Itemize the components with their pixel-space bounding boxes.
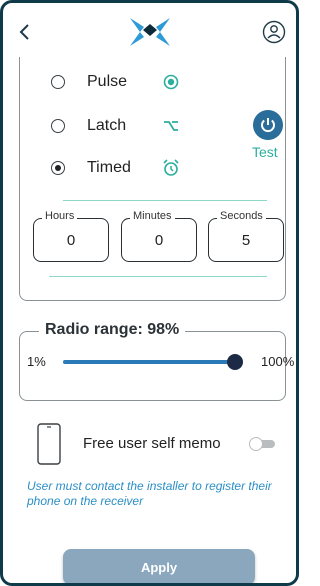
test-button[interactable] <box>253 110 283 140</box>
radio-latch[interactable] <box>51 119 65 133</box>
latch-icon <box>164 121 178 131</box>
radio-range-card <box>19 331 286 401</box>
radio-range-title: Radio range: 98% <box>39 321 186 339</box>
back-button[interactable] <box>13 20 37 44</box>
power-icon <box>261 118 275 133</box>
radio-pulse[interactable] <box>51 75 65 89</box>
divider <box>49 276 267 277</box>
radio-timed[interactable] <box>51 161 65 175</box>
user-icon <box>262 20 286 44</box>
header <box>3 3 296 61</box>
chevron-left-icon <box>19 24 29 40</box>
toggle-knob <box>249 437 263 451</box>
brand-logo <box>129 18 170 46</box>
phone-frame: Pulse Latch Timed Test Hours 0 Minutes 0… <box>0 0 299 586</box>
seconds-value: 5 <box>241 232 251 249</box>
apply-button[interactable]: Apply <box>63 549 255 583</box>
divider <box>63 200 267 201</box>
minutes-label: Minutes <box>130 210 175 222</box>
slider-fill <box>63 360 236 364</box>
minutes-field[interactable]: Minutes 0 <box>121 210 197 262</box>
hours-field[interactable]: Hours 0 <box>33 210 109 262</box>
hours-label: Hours <box>42 210 78 222</box>
mode-option-timed[interactable]: Timed <box>51 157 181 179</box>
mode-label-pulse: Pulse <box>87 73 128 90</box>
memo-note: User must contact the installer to regis… <box>27 479 272 508</box>
mode-option-pulse[interactable]: Pulse <box>51 71 181 93</box>
profile-button[interactable] <box>262 20 286 44</box>
free-user-memo-label: Free user self memo <box>83 435 221 452</box>
seconds-field[interactable]: Seconds 5 <box>208 210 284 262</box>
alarm-clock-icon <box>163 159 179 176</box>
phone-icon <box>37 423 61 465</box>
mode-option-latch[interactable]: Latch <box>51 115 181 137</box>
radio-range-slider[interactable] <box>63 354 244 370</box>
test-label: Test <box>252 144 278 160</box>
mode-label-latch: Latch <box>87 117 127 134</box>
minutes-value: 0 <box>154 232 164 249</box>
pulse-icon <box>163 74 179 90</box>
slider-min-label: 1% <box>27 354 46 369</box>
slider-max-label: 100% <box>261 354 295 369</box>
output-mode-card <box>19 57 286 301</box>
mode-label-timed: Timed <box>87 159 131 176</box>
hours-value: 0 <box>66 232 76 249</box>
seconds-label: Seconds <box>217 210 266 222</box>
free-user-memo-toggle[interactable] <box>249 437 275 451</box>
